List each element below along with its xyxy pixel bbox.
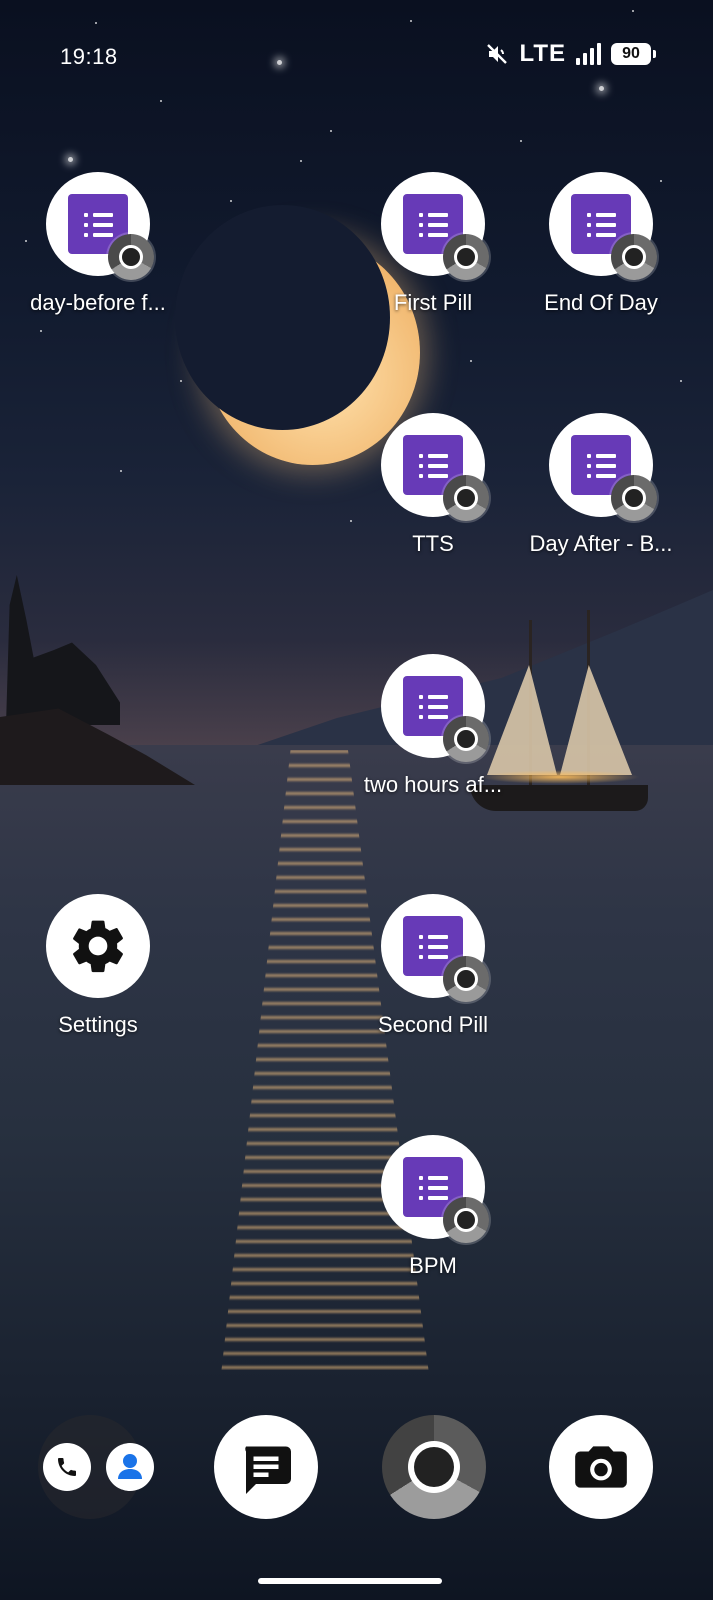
dock-messages[interactable] bbox=[214, 1415, 318, 1519]
app-label: BPM bbox=[409, 1253, 457, 1278]
network-type: LTE bbox=[519, 40, 566, 67]
mute-icon bbox=[487, 44, 508, 64]
app-bpm[interactable]: BPM bbox=[353, 1135, 513, 1279]
chrome-badge-icon bbox=[443, 716, 489, 762]
contacts-icon bbox=[106, 1443, 154, 1491]
dock-folder[interactable] bbox=[38, 1415, 154, 1519]
app-label: Day After - B... bbox=[529, 531, 673, 556]
app-first-pill[interactable]: First Pill bbox=[353, 172, 513, 316]
gear-icon bbox=[73, 920, 123, 973]
app-settings[interactable]: Settings bbox=[18, 894, 178, 1038]
app-day-before[interactable]: day-before f... bbox=[18, 172, 178, 316]
battery-level: 90 bbox=[622, 45, 640, 62]
chrome-badge-icon bbox=[443, 956, 489, 1002]
app-label: First Pill bbox=[393, 290, 473, 315]
app-two-hours-after[interactable]: two hours af... bbox=[353, 654, 513, 798]
app-label: End Of Day bbox=[544, 290, 658, 315]
status-bar: 19:18 LTE 90 bbox=[0, 0, 713, 110]
battery-icon: 90 bbox=[611, 43, 656, 65]
dock-chrome[interactable] bbox=[382, 1415, 486, 1519]
app-label: TTS bbox=[412, 531, 454, 556]
message-icon bbox=[245, 1446, 291, 1494]
chrome-badge-icon bbox=[443, 475, 489, 521]
app-end-of-day[interactable]: End Of Day bbox=[521, 172, 681, 316]
chrome-badge-icon bbox=[443, 234, 489, 280]
signal-icon bbox=[576, 43, 601, 65]
app-day-after[interactable]: Day After - B... bbox=[521, 413, 681, 557]
app-label: two hours af... bbox=[363, 772, 503, 797]
chrome-badge-icon bbox=[611, 234, 657, 280]
phone-icon bbox=[43, 1443, 91, 1491]
status-icons: LTE 90 bbox=[485, 40, 656, 68]
chrome-badge-icon bbox=[108, 234, 154, 280]
app-label: Second Pill bbox=[377, 1012, 489, 1037]
chrome-badge-icon bbox=[611, 475, 657, 521]
app-label: day-before f... bbox=[30, 290, 166, 315]
app-second-pill[interactable]: Second Pill bbox=[353, 894, 513, 1038]
app-label: Settings bbox=[58, 1012, 138, 1037]
dock-camera[interactable] bbox=[549, 1415, 653, 1519]
camera-icon bbox=[575, 1446, 627, 1488]
app-tts[interactable]: TTS bbox=[353, 413, 513, 557]
clock: 19:18 bbox=[60, 44, 118, 69]
gesture-nav-bar[interactable] bbox=[258, 1578, 442, 1584]
chrome-badge-icon bbox=[443, 1197, 489, 1243]
